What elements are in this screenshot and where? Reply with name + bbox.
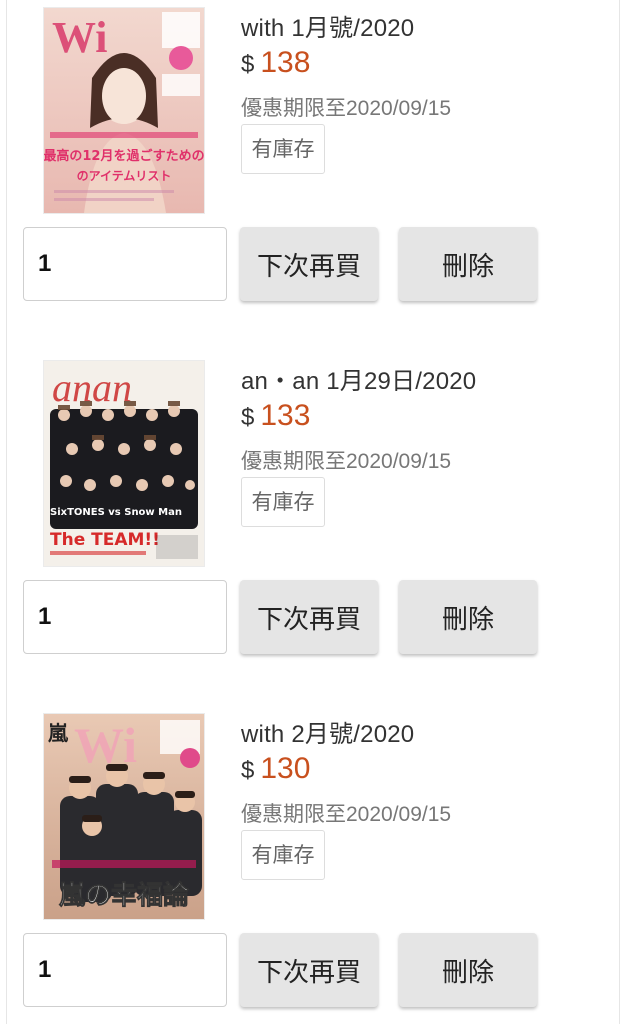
product-price: $138 bbox=[241, 46, 310, 80]
product-title[interactable]: an・an 1月29日/2020 bbox=[241, 361, 476, 396]
buy-later-button[interactable]: 下次再買 bbox=[240, 580, 378, 654]
delete-button[interactable]: 刪除 bbox=[399, 933, 537, 1007]
cover-subline: 嵐 bbox=[48, 721, 69, 745]
currency-symbol: $ bbox=[241, 51, 255, 78]
cart-page: Wi 最高の12月を過ごすための のアイテムリスト with 1月號/2020 bbox=[0, 0, 628, 1024]
product-cover-image[interactable]: Wi 最高の12月を過ごすための のアイテムリスト bbox=[44, 8, 204, 213]
cover-headline: 嵐の幸福論 bbox=[59, 880, 190, 911]
quantity-input[interactable] bbox=[23, 580, 227, 654]
product-title[interactable]: with 2月號/2020 bbox=[241, 714, 414, 749]
currency-symbol: $ bbox=[241, 757, 255, 784]
quantity-input[interactable] bbox=[23, 933, 227, 1007]
price-amount: 133 bbox=[260, 399, 311, 432]
product-price: $130 bbox=[241, 752, 310, 786]
delete-button[interactable]: 刪除 bbox=[399, 580, 537, 654]
cover-headline: 最高の12月を過ごすための bbox=[44, 148, 204, 164]
price-amount: 138 bbox=[260, 46, 311, 79]
svg-text:Wi: Wi bbox=[52, 13, 107, 62]
currency-symbol: $ bbox=[241, 404, 255, 431]
promo-expiry: 優惠期限至2020/09/15 bbox=[241, 450, 452, 473]
buy-later-button[interactable]: 下次再買 bbox=[240, 227, 378, 301]
product-cover-image[interactable]: anan SixTONES vs Snow Man The TEAM!! bbox=[44, 361, 204, 566]
product-title[interactable]: with 1月號/2020 bbox=[241, 8, 414, 43]
quantity-input[interactable] bbox=[23, 227, 227, 301]
buy-later-button[interactable]: 下次再買 bbox=[240, 933, 378, 1007]
stock-badge: 有庫存 bbox=[241, 124, 325, 174]
stock-badge: 有庫存 bbox=[241, 830, 325, 880]
product-price: $133 bbox=[241, 399, 310, 433]
cover-headline: The TEAM!! bbox=[50, 530, 160, 550]
cart-item: Wi 嵐 嵐の幸福論 with 2月號/2020 $ 130 優惠期限至2020… bbox=[0, 706, 628, 1024]
price-amount: 130 bbox=[260, 752, 311, 785]
stock-badge: 有庫存 bbox=[241, 477, 325, 527]
cart-item: anan SixTONES vs Snow Man The TEAM!! an・… bbox=[0, 353, 628, 706]
cover-subline: のアイテムリスト bbox=[77, 169, 172, 183]
product-cover-image[interactable]: Wi 嵐 嵐の幸福論 bbox=[44, 714, 204, 919]
cart-item: Wi 最高の12月を過ごすための のアイテムリスト with 1月號/2020 bbox=[0, 0, 628, 353]
promo-expiry: 優惠期限至2020/09/15 bbox=[241, 97, 452, 120]
delete-button[interactable]: 刪除 bbox=[399, 227, 537, 301]
svg-text:Wi: Wi bbox=[74, 717, 137, 773]
cover-subline: SixTONES vs Snow Man bbox=[50, 507, 182, 518]
promo-expiry: 優惠期限至2020/09/15 bbox=[241, 803, 452, 826]
